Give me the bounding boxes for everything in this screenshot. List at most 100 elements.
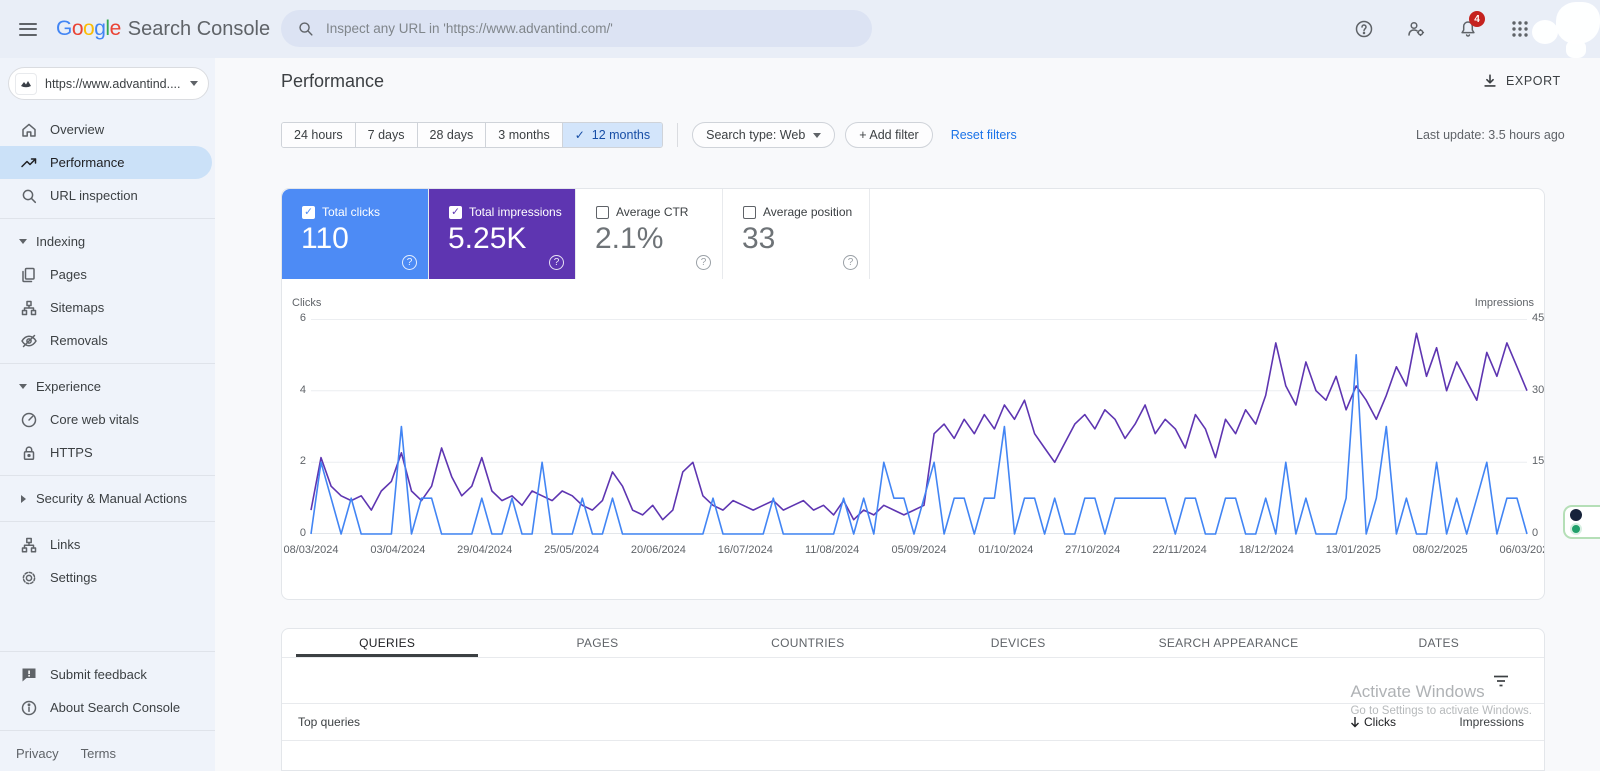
queries-table-card: QUERIES PAGES COUNTRIES DEVICES SEARCH A… — [281, 628, 1545, 771]
tile-label: Total impressions — [469, 205, 562, 219]
tile-average-position[interactable]: Average position 33 ? — [723, 189, 870, 279]
divider — [0, 363, 215, 364]
column-header-queries: Top queries — [298, 715, 361, 729]
filter-icon — [1494, 675, 1508, 687]
privacy-link[interactable]: Privacy — [16, 746, 59, 761]
sidebar-item-pages[interactable]: Pages — [0, 258, 215, 291]
x-tick: 05/09/2024 — [891, 544, 947, 556]
range-28-days[interactable]: 28 days — [417, 123, 487, 147]
tile-value: 5.25K — [448, 222, 527, 255]
date-range-segmented: 24 hours 7 days 28 days 3 months ✓ 12 mon… — [281, 122, 664, 148]
divider — [0, 475, 215, 476]
checkbox-checked-icon: ✓ — [449, 205, 462, 219]
sidebar-item-links[interactable]: Links — [0, 528, 215, 561]
sidebar-item-sitemaps[interactable]: Sitemaps — [0, 291, 215, 324]
google-logo-text: Google — [56, 17, 121, 40]
url-inspect-search[interactable]: Inspect any URL in 'https://www.advantin… — [281, 10, 872, 47]
sidebar-item-settings[interactable]: Settings — [0, 561, 215, 594]
user-settings-button[interactable] — [1396, 9, 1436, 49]
x-tick: 08/03/2024 — [283, 544, 339, 556]
chevron-down-icon — [813, 132, 822, 138]
column-header-impressions[interactable]: Impressions — [1459, 715, 1524, 729]
performance-chart[interactable] — [310, 319, 1528, 535]
chevron-down-icon — [190, 81, 198, 86]
checkbox-unchecked-icon — [596, 205, 609, 219]
last-update-text: Last update: 3.5 hours ago — [1416, 128, 1565, 142]
sidebar-item-removals[interactable]: Removals — [0, 324, 215, 357]
sidebar-item-performance[interactable]: Performance — [0, 146, 212, 179]
sidebar-item-label: Links — [50, 537, 81, 552]
sidebar-item-url-inspection[interactable]: URL inspection — [0, 179, 215, 212]
screen-artifact — [1566, 40, 1586, 58]
help-icon[interactable]: ? — [843, 255, 858, 270]
checkbox-checked-icon: ✓ — [302, 205, 315, 219]
column-header-clicks[interactable]: Clicks — [1350, 715, 1396, 729]
range-12-months[interactable]: ✓ 12 months — [562, 123, 663, 147]
sidebar-item-core-web-vitals[interactable]: Core web vitals — [0, 403, 215, 436]
sidebar-item-overview[interactable]: Overview — [0, 113, 215, 146]
help-icon[interactable]: ? — [696, 255, 711, 270]
tile-value: 110 — [301, 222, 349, 255]
sidebar-item-label: Performance — [50, 155, 125, 170]
terms-link[interactable]: Terms — [81, 746, 116, 761]
sidebar-section-indexing[interactable]: Indexing — [0, 225, 215, 258]
search-type-chip[interactable]: Search type: Web — [692, 122, 836, 148]
divider — [0, 218, 215, 219]
export-button[interactable]: EXPORT — [1482, 73, 1561, 89]
tab-dates[interactable]: DATES — [1334, 629, 1544, 657]
notification-badge: 4 — [1469, 11, 1485, 27]
check-icon: ✓ — [574, 128, 585, 142]
range-3-months[interactable]: 3 months — [486, 123, 563, 147]
tab-pages[interactable]: PAGES — [492, 629, 702, 657]
top-app-bar: Google Search Console Inspect any URL in… — [0, 0, 1600, 58]
range-7-days[interactable]: 7 days — [355, 123, 418, 147]
sidebar-item-label: Removals — [50, 333, 108, 348]
right-axis-label: Impressions — [1474, 297, 1534, 309]
feedback-icon — [20, 666, 38, 684]
help-icon[interactable]: ? — [549, 255, 564, 270]
sidebar-item-submit-feedback[interactable]: Submit feedback — [0, 658, 215, 691]
y-tick: 0 — [299, 527, 306, 539]
x-tick: 06/03/2025 — [1499, 544, 1544, 556]
table-toolbar — [282, 658, 1544, 704]
download-icon — [1484, 74, 1496, 87]
sort-desc-icon — [1351, 717, 1359, 728]
tab-countries[interactable]: COUNTRIES — [703, 629, 913, 657]
tile-value: 2.1% — [595, 222, 664, 255]
tile-total-impressions[interactable]: ✓ Total impressions 5.25K ? — [429, 189, 576, 279]
sidebar-item-https[interactable]: HTTPS — [0, 436, 215, 469]
tile-total-clicks[interactable]: ✓ Total clicks 110 ? — [282, 189, 429, 279]
tile-label: Average CTR — [616, 205, 689, 219]
property-selector[interactable]: https://www.advantind.... — [8, 67, 209, 100]
range-24-hours[interactable]: 24 hours — [282, 123, 356, 147]
x-tick: 29/04/2024 — [457, 544, 513, 556]
chevron-down-icon — [14, 239, 32, 244]
tile-average-ctr[interactable]: Average CTR 2.1% ? — [576, 189, 723, 279]
user-settings-icon — [1408, 21, 1425, 37]
x-tick: 16/07/2024 — [717, 544, 773, 556]
reset-filters-link[interactable]: Reset filters — [951, 128, 1017, 142]
help-button[interactable] — [1344, 9, 1384, 49]
add-filter-label: + Add filter — [859, 128, 919, 142]
screen-artifact — [1556, 2, 1600, 44]
notifications-button[interactable]: 4 — [1448, 9, 1488, 49]
sidebar-section-experience[interactable]: Experience — [0, 370, 215, 403]
x-tick: 08/02/2025 — [1412, 544, 1468, 556]
add-filter-chip[interactable]: + Add filter — [845, 122, 933, 148]
tab-queries[interactable]: QUERIES — [282, 629, 492, 657]
chevron-down-icon — [14, 384, 32, 389]
trend-icon — [20, 154, 38, 172]
search-type-label: Search type: Web — [706, 128, 806, 142]
browser-extension-widget[interactable] — [1563, 505, 1600, 539]
tab-devices[interactable]: DEVICES — [913, 629, 1123, 657]
sidebar-item-about[interactable]: About Search Console — [0, 691, 215, 724]
search-placeholder: Inspect any URL in 'https://www.advantin… — [326, 21, 613, 36]
sidebar-section-security[interactable]: Security & Manual Actions — [0, 482, 215, 515]
tab-search-appearance[interactable]: SEARCH APPEARANCE — [1123, 629, 1333, 657]
menu-icon[interactable] — [8, 9, 48, 49]
sidebar-item-label: Sitemaps — [50, 300, 105, 315]
help-icon[interactable]: ? — [402, 255, 417, 270]
table-filter-button[interactable] — [1490, 670, 1512, 692]
app-logo[interactable]: Google Search Console — [56, 17, 270, 41]
y-tick: 15 — [1532, 455, 1545, 467]
